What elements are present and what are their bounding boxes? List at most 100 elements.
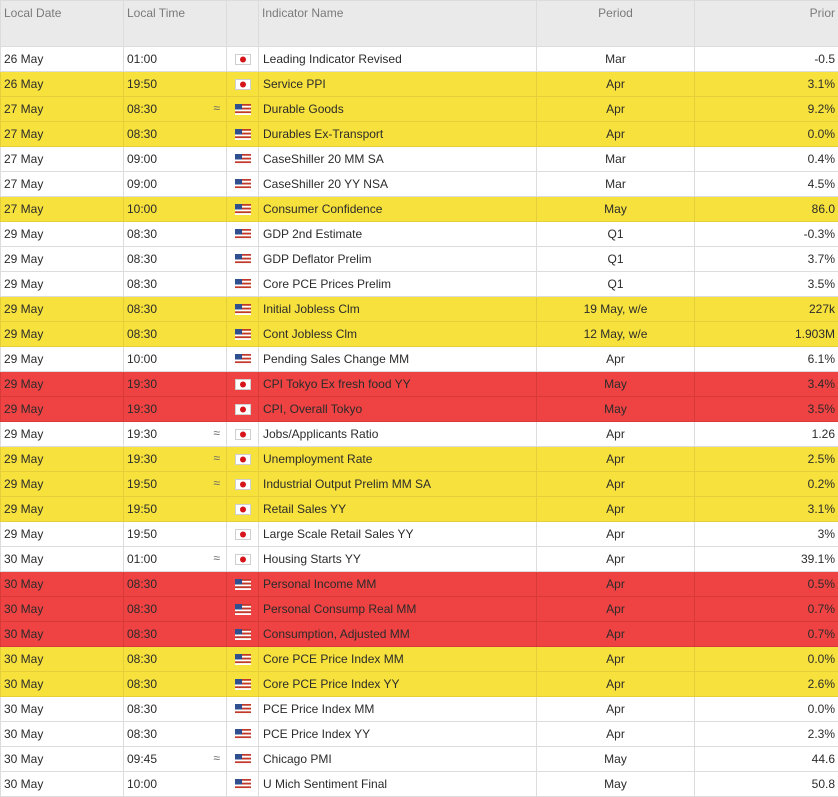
cell-indicator-name[interactable]: Durables Ex-Transport <box>259 122 537 147</box>
table-row[interactable]: 29 May19:30≈Jobs/Applicants RatioApr1.26 <box>1 422 838 447</box>
table-row[interactable]: 30 May08:30Core PCE Price Index YYApr2.6… <box>1 672 838 697</box>
us-flag-icon <box>235 627 251 641</box>
cell-indicator-name[interactable]: Personal Income MM <box>259 572 537 597</box>
time-value: 08:30 <box>127 127 157 141</box>
cell-indicator-name[interactable]: U Mich Sentiment Final <box>259 772 537 797</box>
table-row[interactable]: 30 May08:30PCE Price Index MMApr0.0% <box>1 697 838 722</box>
cell-period: May <box>537 197 695 222</box>
cell-indicator-name[interactable]: Industrial Output Prelim MM SA <box>259 472 537 497</box>
time-value: 08:30 <box>127 252 157 266</box>
cell-flag <box>227 322 259 347</box>
table-row[interactable]: 29 May08:30GDP 2nd EstimateQ1-0.3% <box>1 222 838 247</box>
table-row[interactable]: 27 May10:00Consumer ConfidenceMay86.0 <box>1 197 838 222</box>
table-row[interactable]: 29 May08:30Initial Jobless Clm19 May, w/… <box>1 297 838 322</box>
column-header-flag <box>227 1 259 47</box>
approx-icon: ≈ <box>213 451 220 465</box>
table-row[interactable]: 29 May10:00Pending Sales Change MMApr6.1… <box>1 347 838 372</box>
table-row[interactable]: 29 May19:50≈Industrial Output Prelim MM … <box>1 472 838 497</box>
table-row[interactable]: 26 May19:50Service PPIApr3.1% <box>1 72 838 97</box>
column-header-period[interactable]: Period <box>537 1 695 47</box>
cell-flag <box>227 397 259 422</box>
cell-period: Apr <box>537 497 695 522</box>
cell-local-date: 26 May <box>1 47 124 72</box>
column-header-local-date[interactable]: Local Date <box>1 1 124 47</box>
table-row[interactable]: 29 May19:30≈Unemployment RateApr2.5% <box>1 447 838 472</box>
column-header-prior[interactable]: Prior <box>695 1 838 47</box>
cell-local-time: 19:30 <box>124 372 227 397</box>
table-row[interactable]: 27 May08:30≈Durable GoodsApr9.2% <box>1 97 838 122</box>
cell-period: Apr <box>537 347 695 372</box>
cell-local-date: 29 May <box>1 422 124 447</box>
cell-prior: 0.0% <box>695 697 838 722</box>
cell-indicator-name[interactable]: Chicago PMI <box>259 747 537 772</box>
us-flag-icon <box>235 652 251 666</box>
cell-indicator-name[interactable]: Consumer Confidence <box>259 197 537 222</box>
cell-local-time: 08:30 <box>124 122 227 147</box>
cell-indicator-name[interactable]: Retail Sales YY <box>259 497 537 522</box>
japan-flag-icon <box>235 52 251 66</box>
column-header-indicator-name[interactable]: Indicator Name <box>259 1 537 47</box>
table-row[interactable]: 29 May19:50Large Scale Retail Sales YYAp… <box>1 522 838 547</box>
cell-indicator-name[interactable]: Consumption, Adjusted MM <box>259 622 537 647</box>
cell-indicator-name[interactable]: CaseShiller 20 MM SA <box>259 147 537 172</box>
cell-indicator-name[interactable]: Housing Starts YY <box>259 547 537 572</box>
cell-indicator-name[interactable]: Unemployment Rate <box>259 447 537 472</box>
time-value: 19:50 <box>127 527 157 541</box>
column-header-local-time[interactable]: Local Time <box>124 1 227 47</box>
table-row[interactable]: 29 May08:30Core PCE Prices PrelimQ13.5% <box>1 272 838 297</box>
cell-indicator-name[interactable]: Leading Indicator Revised <box>259 47 537 72</box>
table-row[interactable]: 30 May10:00U Mich Sentiment FinalMay50.8 <box>1 772 838 797</box>
cell-local-time: 08:30 <box>124 572 227 597</box>
table-row[interactable]: 29 May19:50Retail Sales YYApr3.1% <box>1 497 838 522</box>
table-row[interactable]: 27 May09:00CaseShiller 20 YY NSAMar4.5% <box>1 172 838 197</box>
table-row[interactable]: 30 May08:30Personal Consump Real MMApr0.… <box>1 597 838 622</box>
cell-indicator-name[interactable]: Large Scale Retail Sales YY <box>259 522 537 547</box>
cell-indicator-name[interactable]: Initial Jobless Clm <box>259 297 537 322</box>
cell-flag <box>227 672 259 697</box>
table-row[interactable]: 27 May09:00CaseShiller 20 MM SAMar0.4% <box>1 147 838 172</box>
cell-local-time: 01:00 <box>124 47 227 72</box>
table-row[interactable]: 29 May19:30CPI, Overall TokyoMay3.5% <box>1 397 838 422</box>
time-value: 19:30 <box>127 427 157 441</box>
cell-prior: 0.0% <box>695 647 838 672</box>
table-row[interactable]: 30 May09:45≈Chicago PMIMay44.6 <box>1 747 838 772</box>
table-row[interactable]: 30 May08:30Personal Income MMApr0.5% <box>1 572 838 597</box>
us-flag-icon <box>235 302 251 316</box>
table-row[interactable]: 29 May08:30GDP Deflator PrelimQ13.7% <box>1 247 838 272</box>
cell-indicator-name[interactable]: GDP 2nd Estimate <box>259 222 537 247</box>
cell-indicator-name[interactable]: CPI Tokyo Ex fresh food YY <box>259 372 537 397</box>
cell-indicator-name[interactable]: GDP Deflator Prelim <box>259 247 537 272</box>
cell-local-date: 29 May <box>1 297 124 322</box>
table-row[interactable]: 26 May01:00Leading Indicator RevisedMar-… <box>1 47 838 72</box>
cell-indicator-name[interactable]: Core PCE Prices Prelim <box>259 272 537 297</box>
cell-indicator-name[interactable]: Jobs/Applicants Ratio <box>259 422 537 447</box>
table-row[interactable]: 30 May08:30Consumption, Adjusted MMApr0.… <box>1 622 838 647</box>
table-row[interactable]: 27 May08:30Durables Ex-TransportApr0.0% <box>1 122 838 147</box>
cell-indicator-name[interactable]: Core PCE Price Index YY <box>259 672 537 697</box>
cell-indicator-name[interactable]: Personal Consump Real MM <box>259 597 537 622</box>
cell-indicator-name[interactable]: Durable Goods <box>259 97 537 122</box>
us-flag-icon <box>235 252 251 266</box>
table-row[interactable]: 30 May08:30Core PCE Price Index MMApr0.0… <box>1 647 838 672</box>
cell-prior: 3.4% <box>695 372 838 397</box>
cell-indicator-name[interactable]: Pending Sales Change MM <box>259 347 537 372</box>
cell-indicator-name[interactable]: CaseShiller 20 YY NSA <box>259 172 537 197</box>
cell-indicator-name[interactable]: Core PCE Price Index MM <box>259 647 537 672</box>
table-row[interactable]: 29 May19:30CPI Tokyo Ex fresh food YYMay… <box>1 372 838 397</box>
cell-local-time: 19:50 <box>124 497 227 522</box>
table-row[interactable]: 29 May08:30Cont Jobless Clm12 May, w/e1.… <box>1 322 838 347</box>
time-value: 19:50 <box>127 477 157 491</box>
cell-flag <box>227 697 259 722</box>
cell-local-time: 19:30≈ <box>124 422 227 447</box>
cell-local-date: 27 May <box>1 197 124 222</box>
table-row[interactable]: 30 May08:30PCE Price Index YYApr2.3% <box>1 722 838 747</box>
approx-icon: ≈ <box>213 101 220 115</box>
cell-indicator-name[interactable]: CPI, Overall Tokyo <box>259 397 537 422</box>
cell-indicator-name[interactable]: Service PPI <box>259 72 537 97</box>
cell-indicator-name[interactable]: Cont Jobless Clm <box>259 322 537 347</box>
cell-indicator-name[interactable]: PCE Price Index MM <box>259 697 537 722</box>
japan-flag-icon <box>235 527 251 541</box>
table-row[interactable]: 30 May01:00≈Housing Starts YYApr39.1% <box>1 547 838 572</box>
cell-indicator-name[interactable]: PCE Price Index YY <box>259 722 537 747</box>
table-body: 26 May01:00Leading Indicator RevisedMar-… <box>1 47 838 797</box>
